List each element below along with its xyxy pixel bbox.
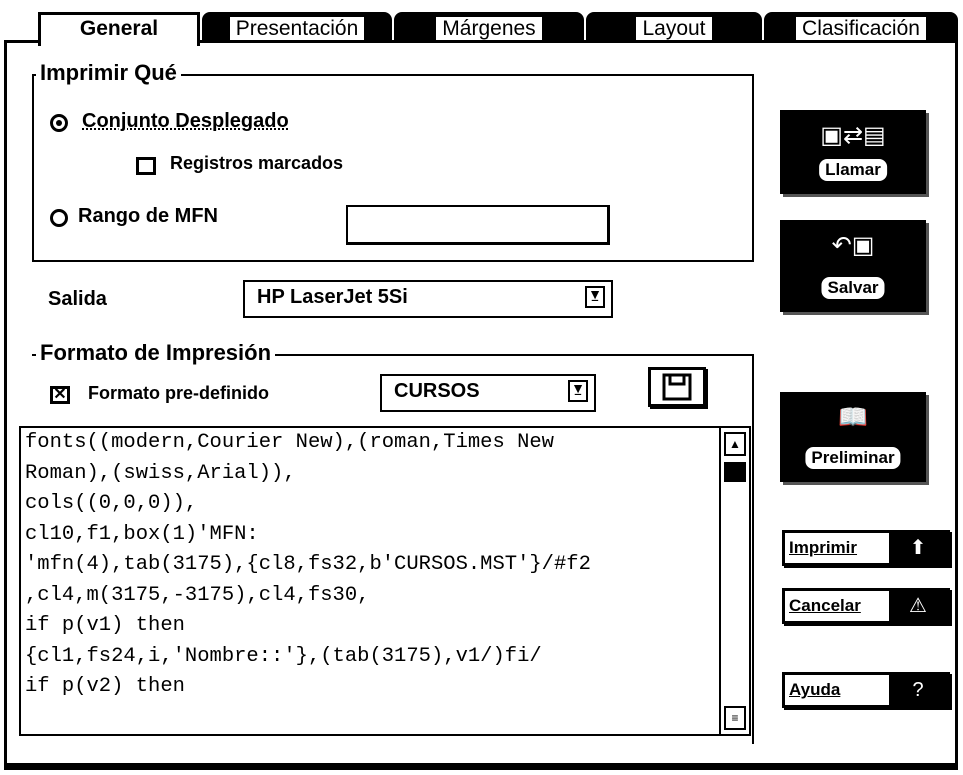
imprimir-que-title: Imprimir Qué	[36, 60, 181, 86]
cancelar-button[interactable]: Cancelar ⚠	[782, 588, 950, 624]
chevron-down-icon[interactable]: ▼ ‾	[585, 286, 605, 313]
vertical-scrollbar[interactable]: ▲ ≡	[719, 428, 749, 734]
scroll-up-icon[interactable]: ▲	[724, 432, 746, 456]
open-book-icon: 📖	[838, 404, 868, 431]
formato-select[interactable]: CURSOS ▼ ‾	[380, 374, 596, 412]
registros-checkbox[interactable]	[136, 157, 156, 175]
floppy-arrow-icon: ↶▣	[831, 232, 875, 259]
salvar-button[interactable]: ↶▣ Salvar	[780, 220, 926, 312]
conjunto-label[interactable]: Conjunto Desplegado	[82, 110, 289, 133]
formato-title: Formato de Impresión	[36, 340, 276, 366]
preliminar-button[interactable]: 📖 Preliminar	[780, 392, 926, 482]
dialog-bottom-edge	[4, 766, 958, 770]
format-code-textarea[interactable]: fonts((modern,Courier New),(roman,Times …	[19, 426, 751, 736]
tab-layout-label: Layout	[636, 17, 712, 40]
salida-value: HP LaserJet 5Si	[257, 286, 408, 308]
tab-clasificacion-label: Clasificación	[796, 17, 926, 40]
warning-triangle-icon: ⚠	[889, 591, 947, 621]
preliminar-label: Preliminar	[805, 447, 901, 469]
chevron-down-icon[interactable]: ▼ ‾	[568, 380, 588, 407]
save-format-button[interactable]	[648, 367, 706, 407]
registros-label[interactable]: Registros marcados	[170, 153, 343, 174]
formato-predef-label[interactable]: Formato pre-definido	[88, 383, 269, 404]
scroll-down-icon[interactable]: ≡	[724, 706, 746, 730]
rango-radio[interactable]	[50, 209, 68, 227]
imprimir-label: Imprimir	[789, 538, 858, 557]
tab-margenes-label: Márgenes	[436, 17, 542, 40]
tab-presentacion-label: Presentación	[229, 17, 365, 40]
printer-arrow-icon: ⬆	[889, 533, 947, 563]
floppy-icon	[662, 373, 692, 401]
formato-predef-checkbox[interactable]: ✕	[50, 386, 70, 404]
formato-value: CURSOS	[394, 380, 480, 402]
salida-select[interactable]: HP LaserJet 5Si ▼ ‾	[243, 280, 613, 318]
llamar-label: Llamar	[819, 159, 887, 181]
llamar-button[interactable]: ▣⇄▤ Llamar	[780, 110, 926, 194]
rango-mfn-input[interactable]	[346, 205, 610, 245]
cancelar-label: Cancelar	[789, 596, 861, 615]
floppy-to-list-icon: ▣⇄▤	[820, 122, 886, 149]
rango-label[interactable]: Rango de MFN	[78, 205, 218, 228]
ayuda-label: Ayuda	[789, 680, 841, 699]
help-question-icon: ?	[889, 675, 947, 705]
tab-general[interactable]: General	[38, 12, 200, 46]
salida-label: Salida	[48, 288, 107, 310]
salvar-label: Salvar	[821, 277, 885, 299]
imprimir-button[interactable]: Imprimir ⬆	[782, 530, 950, 566]
ayuda-button[interactable]: Ayuda ?	[782, 672, 950, 708]
scrollbar-thumb[interactable]	[724, 462, 746, 482]
conjunto-radio[interactable]	[50, 114, 68, 132]
format-code-text: fonts((modern,Courier New),(roman,Times …	[25, 431, 591, 698]
